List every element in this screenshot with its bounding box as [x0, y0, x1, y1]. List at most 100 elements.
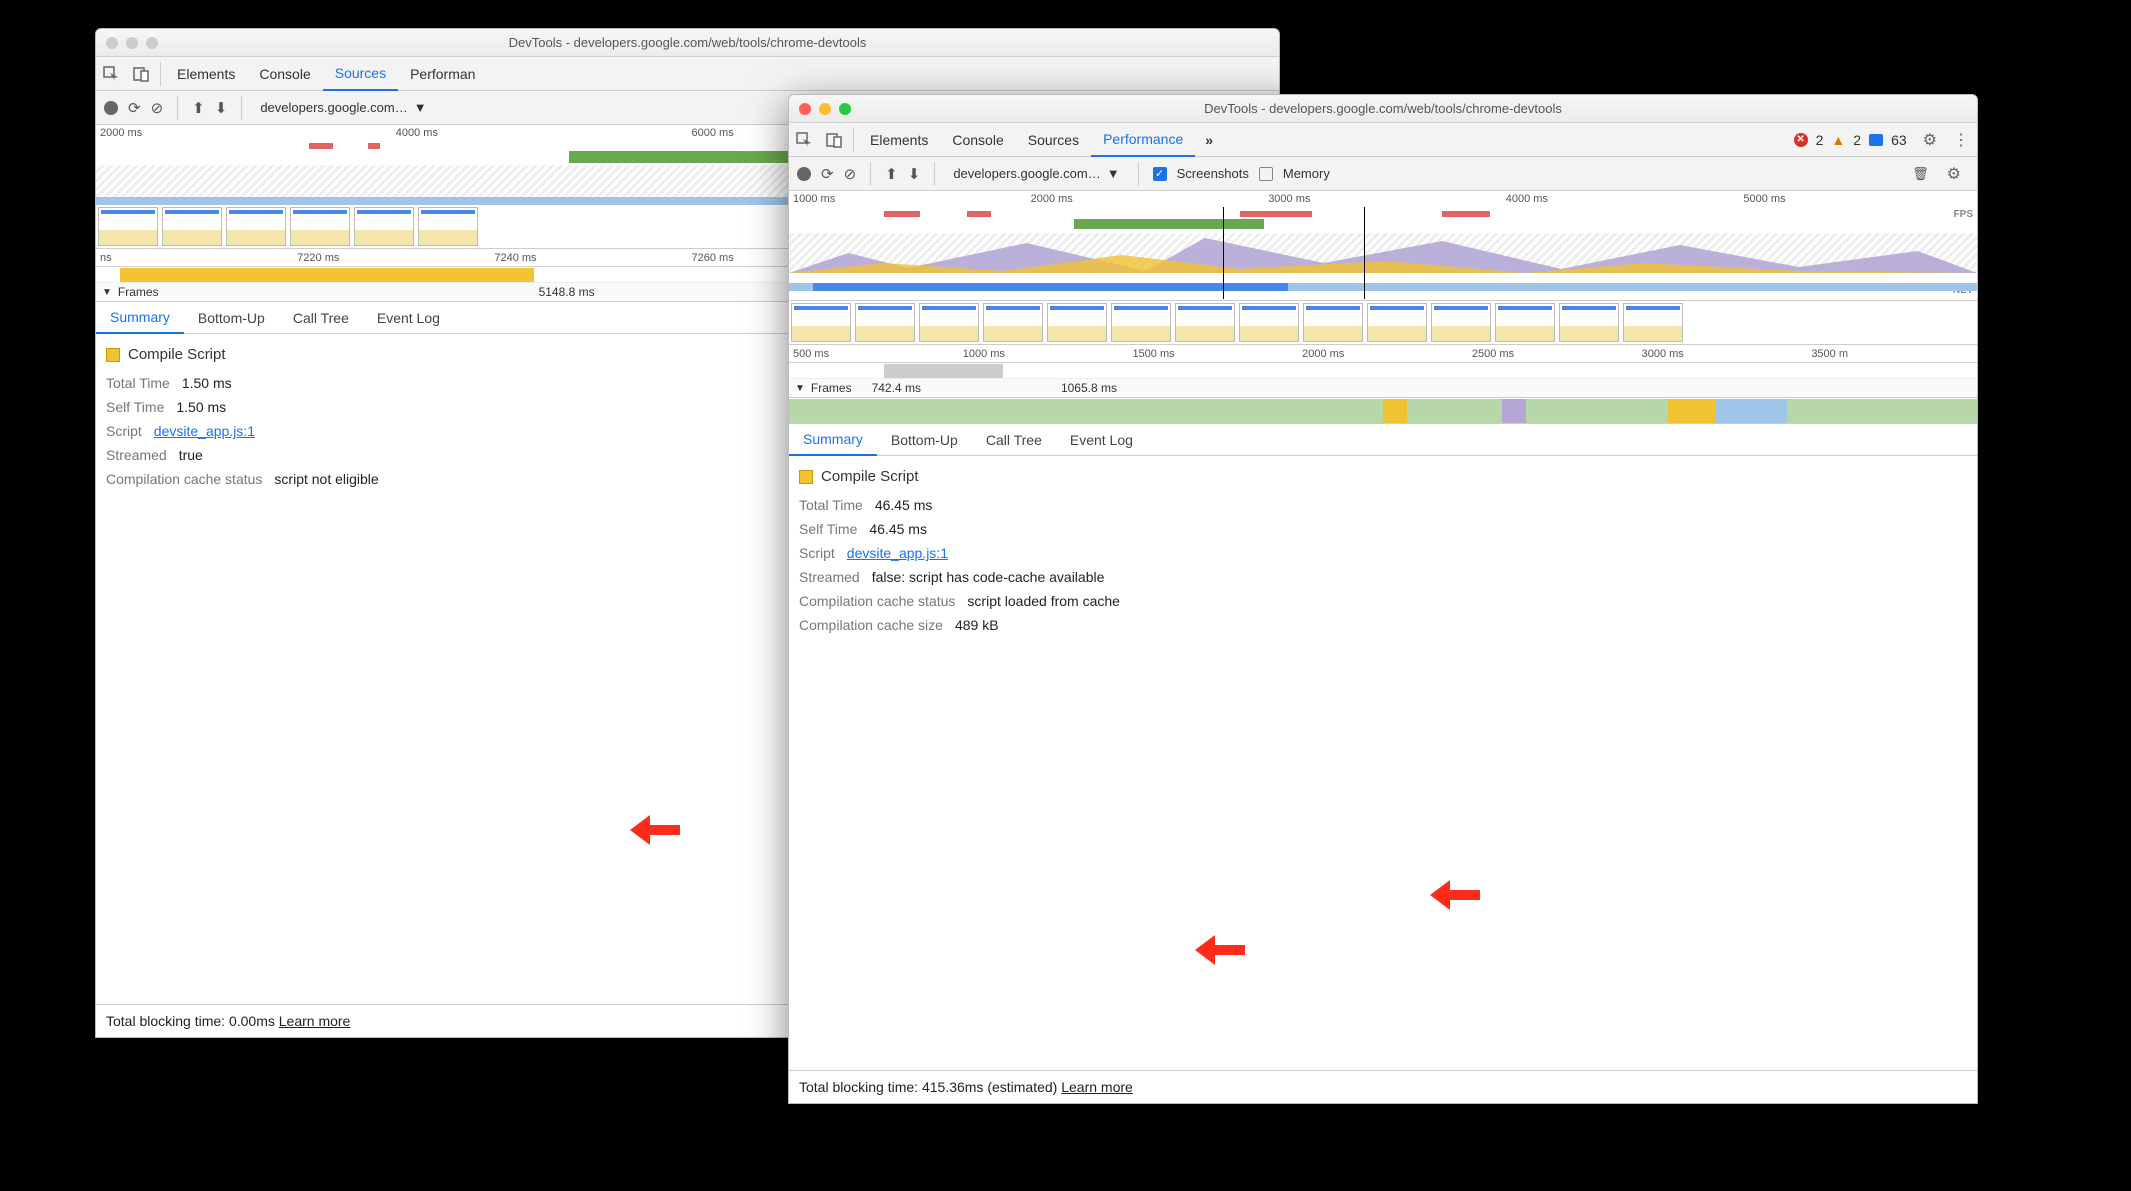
frame-seg[interactable] [789, 399, 1383, 423]
download-icon[interactable]: ⬇ [908, 165, 921, 183]
lbl-self-time: Self Time [106, 399, 164, 415]
zoom-icon[interactable] [839, 103, 851, 115]
frames-strip[interactable] [789, 398, 1977, 424]
screenshot-thumb[interactable] [1303, 303, 1363, 342]
frame-time: 5148.8 ms [539, 285, 595, 299]
val-script-link[interactable]: devsite_app.js:1 [847, 545, 948, 561]
overview-timeline[interactable]: 1000 ms 2000 ms 3000 ms 4000 ms 5000 ms … [789, 191, 1977, 301]
tab-call-tree[interactable]: Call Tree [972, 424, 1056, 456]
error-count-badge[interactable]: ✕ [1794, 133, 1808, 147]
frame-seg[interactable] [1716, 399, 1787, 423]
tab-performance[interactable]: Performan [398, 57, 487, 91]
screenshot-thumb[interactable] [919, 303, 979, 342]
clear-icon[interactable]: ⊘ [844, 165, 857, 183]
inspect-icon[interactable] [96, 57, 126, 91]
val-self-time: 46.45 ms [869, 521, 927, 537]
tab-summary[interactable]: Summary [96, 302, 184, 334]
perf-settings-icon[interactable]: ⚙ [1939, 164, 1969, 184]
frames-section[interactable]: ▼ Frames 742.4 ms 1065.8 ms [789, 379, 1977, 398]
tab-sources[interactable]: Sources [323, 57, 398, 91]
record-button[interactable] [104, 101, 118, 115]
tab-event-log[interactable]: Event Log [363, 302, 454, 334]
screenshot-thumb[interactable] [1047, 303, 1107, 342]
screenshot-thumb[interactable] [354, 207, 414, 246]
target-select[interactable]: developers.google.com… ▼ [256, 100, 430, 115]
screenshot-thumb[interactable] [983, 303, 1043, 342]
screenshot-thumb[interactable] [855, 303, 915, 342]
tab-call-tree[interactable]: Call Tree [279, 302, 363, 334]
screenshot-thumb[interactable] [226, 207, 286, 246]
frame-seg[interactable] [1502, 399, 1526, 423]
upload-icon[interactable]: ⬆ [885, 165, 898, 183]
frame-seg[interactable] [1383, 399, 1407, 423]
disclosure-triangle-icon[interactable]: ▼ [102, 287, 112, 298]
screenshot-thumb[interactable] [162, 207, 222, 246]
message-count-badge[interactable] [1869, 134, 1883, 146]
learn-more-link[interactable]: Learn more [279, 1013, 351, 1029]
learn-more-link[interactable]: Learn more [1061, 1079, 1133, 1095]
trash-icon[interactable]: 🗑 [1912, 166, 1929, 182]
more-tabs[interactable]: » [1195, 132, 1223, 148]
lbl-cache-size: Compilation cache size [799, 617, 943, 633]
screenshot-thumb[interactable] [1367, 303, 1427, 342]
frame-seg[interactable] [1526, 399, 1669, 423]
screenshot-thumb[interactable] [1559, 303, 1619, 342]
screenshot-thumb[interactable] [418, 207, 478, 246]
menu-icon[interactable]: ⋮ [1945, 130, 1977, 150]
tab-bottom-up[interactable]: Bottom-Up [877, 424, 972, 456]
screenshot-thumb[interactable] [1431, 303, 1491, 342]
screenshot-thumb[interactable] [1623, 303, 1683, 342]
screenshot-thumb[interactable] [290, 207, 350, 246]
frame-seg[interactable] [1407, 399, 1502, 423]
main-toolbar: Elements Console Sources Performance » ✕… [789, 123, 1977, 157]
screenshot-thumb[interactable] [1239, 303, 1299, 342]
target-select[interactable]: developers.google.com… ▼ [949, 166, 1123, 181]
device-icon[interactable] [819, 123, 849, 157]
tab-elements[interactable]: Elements [165, 57, 247, 91]
reload-icon[interactable]: ⟳ [821, 165, 834, 183]
tab-summary[interactable]: Summary [789, 424, 877, 456]
tick: 2500 ms [1468, 348, 1638, 360]
category-swatch [106, 348, 120, 362]
tab-bottom-up[interactable]: Bottom-Up [184, 302, 279, 334]
minimize-icon[interactable] [126, 37, 138, 49]
screenshot-thumb[interactable] [98, 207, 158, 246]
warning-count-badge[interactable]: ▲ [1831, 132, 1845, 148]
lbl-script: Script [799, 545, 835, 561]
tab-sources[interactable]: Sources [1016, 123, 1091, 157]
settings-icon[interactable]: ⚙ [1915, 130, 1945, 150]
flame-chip[interactable] [120, 268, 534, 282]
screenshot-thumb[interactable] [1111, 303, 1171, 342]
frame-seg[interactable] [1787, 399, 1977, 423]
memory-checkbox[interactable] [1259, 167, 1273, 181]
tab-performance[interactable]: Performance [1091, 123, 1195, 157]
flame-chip[interactable] [884, 364, 1003, 378]
fps-bar [569, 151, 806, 163]
minimize-icon[interactable] [819, 103, 831, 115]
disclosure-triangle-icon[interactable]: ▼ [795, 383, 805, 394]
network-row[interactable] [789, 363, 1977, 379]
zoom-icon[interactable] [146, 37, 158, 49]
screenshots-checkbox[interactable]: ✓ [1153, 167, 1167, 181]
tab-console[interactable]: Console [940, 123, 1015, 157]
filmstrip[interactable] [789, 301, 1977, 345]
clear-icon[interactable]: ⊘ [151, 99, 164, 117]
window-title: DevTools - developers.google.com/web/too… [797, 101, 1969, 116]
upload-icon[interactable]: ⬆ [192, 99, 205, 117]
reload-icon[interactable]: ⟳ [128, 99, 141, 117]
record-button[interactable] [797, 167, 811, 181]
close-icon[interactable] [799, 103, 811, 115]
tab-elements[interactable]: Elements [858, 123, 940, 157]
download-icon[interactable]: ⬇ [215, 99, 228, 117]
screenshot-thumb[interactable] [1495, 303, 1555, 342]
inspect-icon[interactable] [789, 123, 819, 157]
tab-console[interactable]: Console [247, 57, 322, 91]
tick: ns [96, 252, 293, 264]
tab-event-log[interactable]: Event Log [1056, 424, 1147, 456]
close-icon[interactable] [106, 37, 118, 49]
screenshot-thumb[interactable] [1175, 303, 1235, 342]
frame-seg[interactable] [1668, 399, 1716, 423]
screenshot-thumb[interactable] [791, 303, 851, 342]
val-script-link[interactable]: devsite_app.js:1 [154, 423, 255, 439]
device-icon[interactable] [126, 57, 156, 91]
